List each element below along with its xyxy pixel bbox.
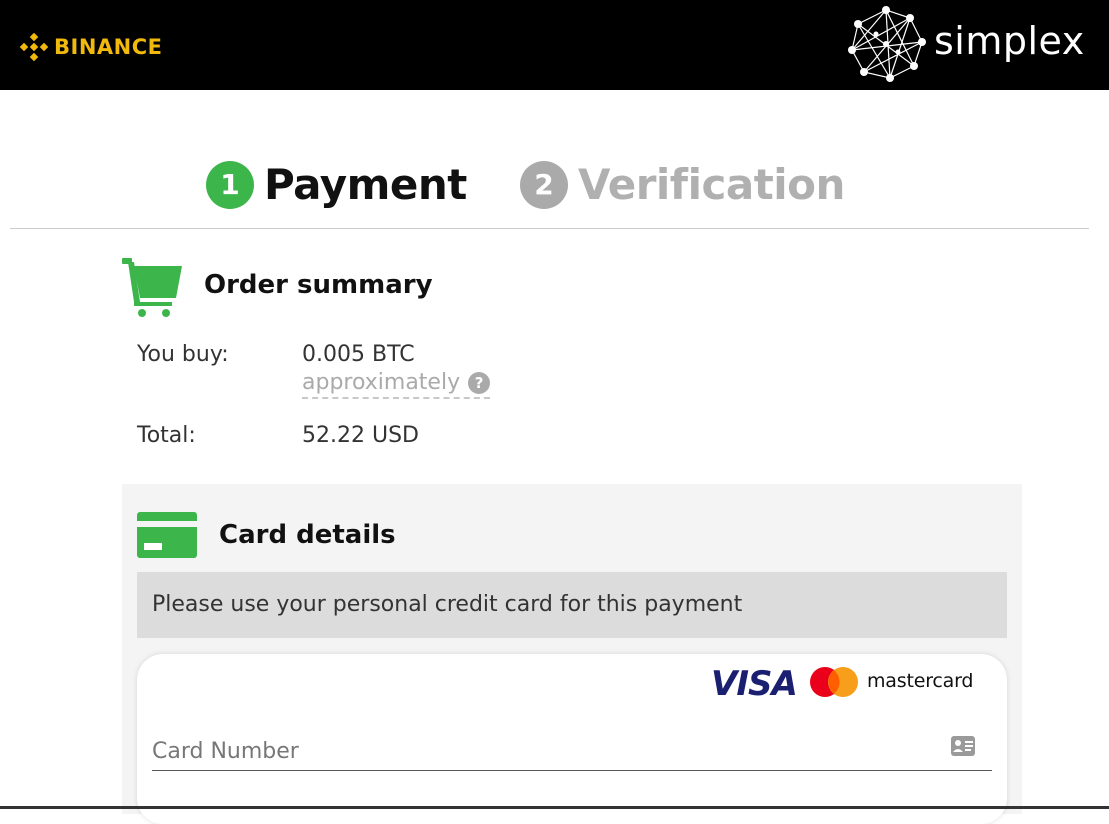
steps-divider [10,228,1089,229]
binance-wordmark: BINANCE [54,35,163,59]
simplex-logo: simplex [846,4,1085,84]
card-form: VISA mastercard [137,654,1007,824]
step-payment: 1 Payment [206,160,467,209]
step-number-badge: 1 [206,160,254,209]
card-details-title: Card details [219,520,396,550]
card-details-header: Card details [137,512,396,558]
binance-diamond-icon [20,33,48,61]
you-buy-label: You buy: [137,342,229,367]
order-summary-header: Order summary [120,256,433,318]
step-label: Payment [264,160,467,209]
notice-text: Please use your personal credit card for… [152,592,743,617]
you-buy-value: 0.005 BTC [302,342,415,367]
approximately-tooltip-trigger[interactable]: approximately ? [302,370,491,399]
order-summary-title: Order summary [204,270,433,300]
approximately-text: approximately [302,370,461,395]
mastercard-circles-icon [810,667,858,697]
simplex-network-icon [848,6,926,82]
total-label: Total: [137,423,196,448]
top-bar: BINANCE simplex [0,0,1109,90]
total-value: 52.22 USD [302,423,419,448]
question-mark-icon[interactable]: ? [468,371,491,394]
credit-card-icon [137,512,197,558]
simplex-wordmark: simplex [934,19,1085,63]
personal-card-notice: Please use your personal credit card for… [137,572,1007,638]
shopping-cart-icon [122,258,182,317]
step-label: Verification [578,160,845,209]
step-verification: 2 Verification [520,160,845,209]
checkout-steps: 1 Payment 2 Verification [0,160,1109,210]
card-number-input[interactable] [152,732,992,771]
binance-logo: BINANCE [20,33,162,61]
visa-logo: VISA [711,664,798,704]
id-card-icon [951,736,975,756]
step-number-badge: 2 [520,160,568,209]
mastercard-wordmark: mastercard [867,670,974,692]
